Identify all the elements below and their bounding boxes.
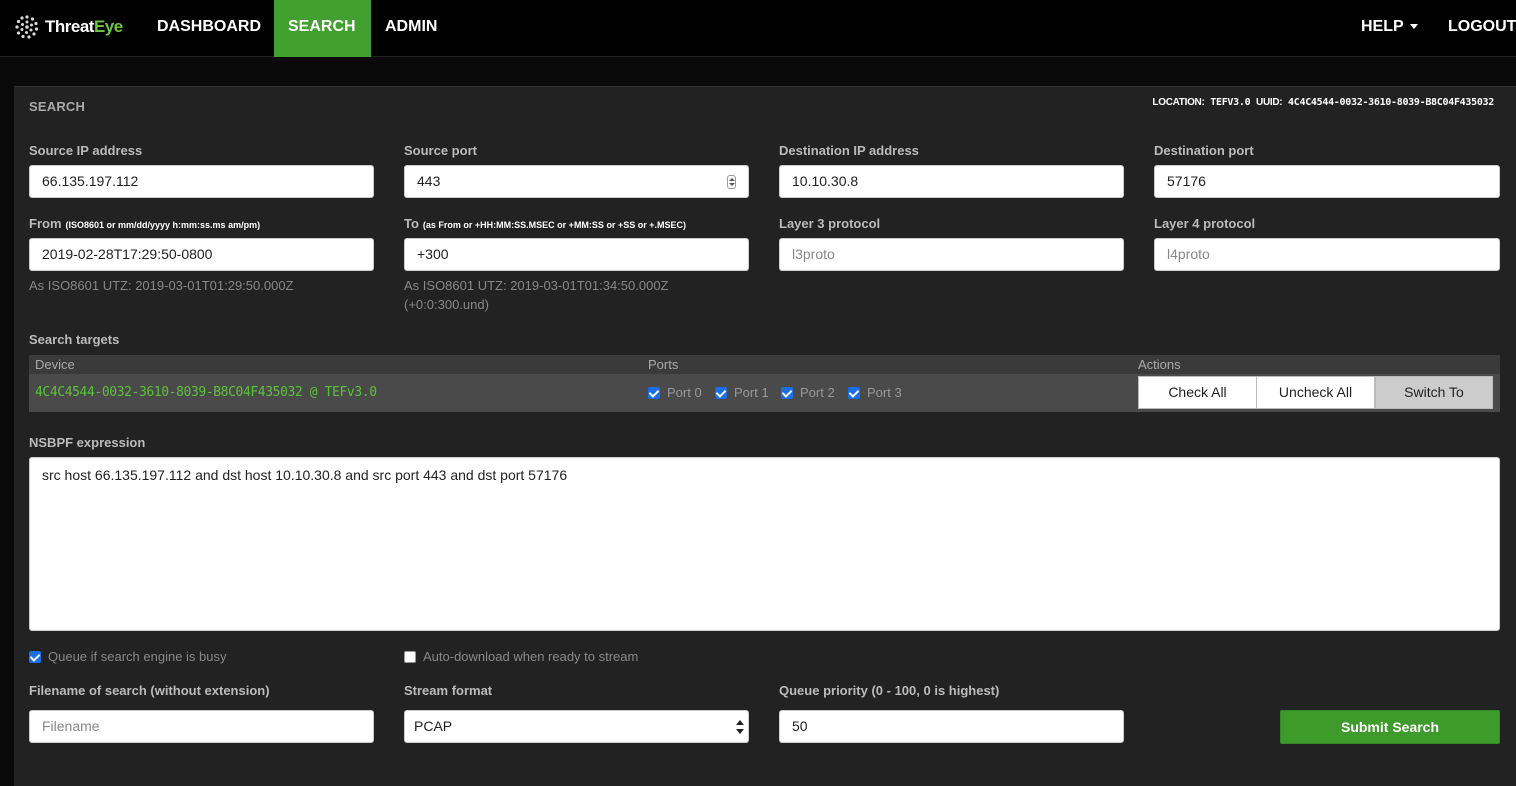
checkbox-checked-icon[interactable] — [781, 386, 793, 399]
nav-help-dropdown[interactable]: HELP — [1347, 0, 1432, 57]
nav-dashboard[interactable]: DASHBOARD — [143, 0, 275, 57]
dst-ip-label: Destination IP address — [779, 143, 919, 158]
stream-format-select[interactable]: PCAP — [404, 710, 749, 743]
top-navbar: ThreatEye DASHBOARD SEARCH ADMIN HELP LO… — [0, 0, 1516, 57]
targets-table-header: Device Ports Actions — [29, 355, 1500, 374]
checkbox-unchecked-icon[interactable] — [404, 650, 416, 663]
brand-name: ThreatEye — [45, 17, 123, 36]
auto-download-checkbox[interactable]: Auto-download when ready to stream — [404, 649, 638, 664]
panel-title: SEARCH — [29, 99, 86, 114]
dst-port-label: Destination port — [1154, 143, 1254, 158]
actions-header: Actions — [1138, 357, 1181, 372]
switch-to-button[interactable]: Switch To — [1375, 376, 1493, 409]
to-label: To (as From or +HH:MM:SS.MSEC or +MM:SS o… — [404, 216, 686, 231]
table-row: 4C4C4544-0032-3610-8039-B8C04F435032 @ T… — [29, 374, 1500, 412]
queue-priority-label: Queue priority (0 - 100, 0 is highest) — [779, 683, 1000, 698]
to-input[interactable]: +300 — [404, 238, 749, 271]
brand-logo[interactable]: ThreatEye — [14, 12, 123, 42]
l3-label: Layer 3 protocol — [779, 216, 881, 231]
uncheck-all-button[interactable]: Uncheck All — [1256, 376, 1375, 409]
checkbox-checked-icon[interactable] — [848, 386, 860, 399]
filename-input[interactable]: Filename — [29, 710, 374, 743]
dst-ip-input[interactable]: 10.10.30.8 — [779, 165, 1124, 198]
checkbox-checked-icon[interactable] — [715, 386, 727, 399]
port-0-checkbox[interactable]: Port 0 — [648, 385, 702, 400]
number-spinner-icon[interactable] — [727, 175, 736, 189]
port-3-checkbox[interactable]: Port 3 — [848, 385, 902, 400]
device-header: Device — [35, 357, 75, 372]
l4-label: Layer 4 protocol — [1154, 216, 1256, 231]
from-input[interactable]: 2019-02-28T17:29:50-0800 — [29, 238, 374, 271]
location-info: LOCATION: TEFV3.0 UUID: 4C4C4544-0032-36… — [1152, 97, 1494, 108]
l4-protocol-input[interactable]: l4proto — [1154, 238, 1500, 271]
src-ip-input[interactable]: 66.135.197.112 — [29, 165, 374, 198]
l3-protocol-input[interactable]: l3proto — [779, 238, 1124, 271]
submit-search-button[interactable]: Submit Search — [1280, 710, 1500, 744]
nav-logout[interactable]: LOGOUT — [1434, 0, 1516, 57]
src-ip-label: Source IP address — [29, 143, 143, 158]
threateye-logo-icon — [15, 15, 39, 39]
nsbpf-expression-textarea[interactable]: src host 66.135.197.112 and dst host 10.… — [29, 457, 1500, 631]
help-label: HELP — [1361, 18, 1404, 35]
src-port-label: Source port — [404, 143, 477, 158]
checkbox-checked-icon[interactable] — [29, 650, 41, 663]
from-help-text: As ISO8601 UTZ: 2019-03-01T01:29:50.000Z — [29, 278, 294, 293]
to-help-text: As ISO8601 UTZ: 2019-03-01T01:34:50.000Z… — [404, 278, 669, 312]
search-targets-label: Search targets — [29, 332, 120, 347]
device-id: 4C4C4544-0032-3610-8039-B8C04F435032 @ T… — [35, 385, 377, 400]
search-panel: SEARCH LOCATION: TEFV3.0 UUID: 4C4C4544-… — [14, 86, 1516, 786]
checkbox-checked-icon[interactable] — [648, 386, 660, 399]
queue-priority-input[interactable]: 50 — [779, 710, 1124, 743]
port-2-checkbox[interactable]: Port 2 — [781, 385, 835, 400]
dst-port-input[interactable]: 57176 — [1154, 165, 1500, 198]
caret-down-icon — [1409, 24, 1418, 30]
ports-header: Ports — [648, 357, 679, 372]
nav-admin[interactable]: ADMIN — [371, 0, 451, 57]
port-1-checkbox[interactable]: Port 1 — [715, 385, 769, 400]
stream-format-label: Stream format — [404, 683, 493, 698]
check-all-button[interactable]: Check All — [1138, 376, 1257, 409]
nav-search[interactable]: SEARCH — [274, 0, 371, 57]
src-port-input[interactable]: 443 — [404, 165, 749, 198]
from-label: From (ISO8601 or mm/dd/yyyy h:mm:ss.ms am… — [29, 216, 261, 231]
nsbpf-label: NSBPF expression — [29, 435, 146, 450]
select-arrows-icon — [736, 719, 744, 735]
queue-if-busy-checkbox[interactable]: Queue if search engine is busy — [29, 649, 227, 664]
filename-label: Filename of search (without extension) — [29, 683, 270, 698]
